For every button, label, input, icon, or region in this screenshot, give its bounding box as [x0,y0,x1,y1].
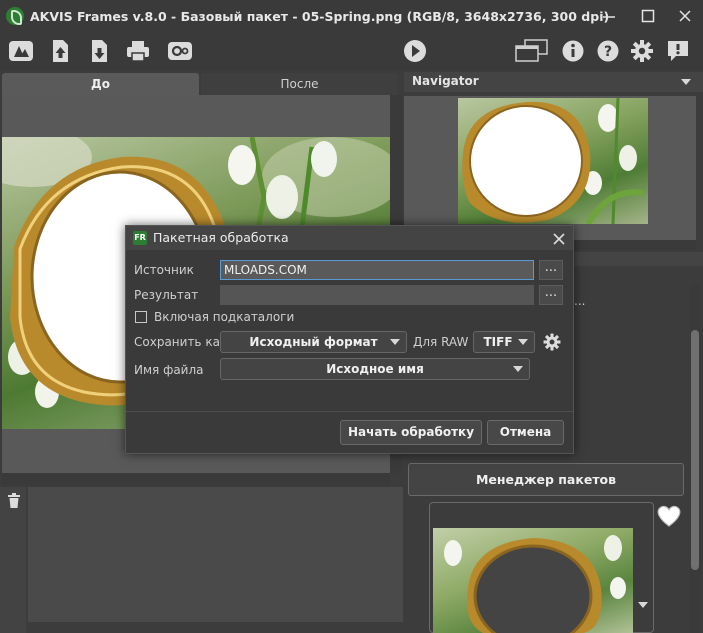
navigator-preview[interactable] [404,96,696,240]
raw-settings-button[interactable] [542,332,562,355]
print-icon[interactable] [125,38,151,64]
tab-after[interactable]: После [201,73,398,95]
save-as-label: Сохранить как [134,335,228,349]
dialog-title: Пакетная обработка [153,230,289,245]
settings-icon[interactable] [629,38,655,64]
raw-format-select[interactable]: TIFF [473,331,535,353]
minimize-icon [603,16,615,18]
save-as-select[interactable]: Исходный формат [220,331,407,353]
chevron-down-icon[interactable] [638,602,648,608]
chevron-down-icon [390,339,400,345]
right-panel-scroll-thumb[interactable] [691,330,699,570]
result-field[interactable] [220,285,534,305]
save-as-value: Исходный формат [249,335,378,349]
tab-before[interactable]: До [2,73,199,95]
maximize-icon [641,9,655,23]
cancel-button[interactable]: Отмена [487,420,564,445]
gear-icon [543,333,561,351]
close-icon [679,10,691,22]
frames-app-icon: FR [133,231,147,245]
window-title: AKVIS Frames v.8.0 - Базовый пакет - 05-… [30,8,610,24]
navigator-title: Navigator [412,74,479,88]
windows-icon[interactable] [514,38,552,64]
dialog-close-button[interactable] [553,229,565,249]
dialog-divider [126,411,573,412]
filename-label: Имя файла [134,363,204,377]
info-icon[interactable] [560,38,586,64]
dialog-header: FR Пакетная обработка [126,226,573,250]
canvas-scrollbar-horizontal[interactable] [2,473,390,485]
batch-processing-dialog: FR Пакетная обработка Источник MLOADS.CO… [125,225,574,454]
presets-bottom-panel [28,487,403,622]
result-label: Результат [134,288,199,302]
save-icon[interactable] [86,38,112,64]
navigator-thumbnail [458,98,648,224]
preset-thumbnail[interactable] [433,528,633,633]
run-icon[interactable] [402,38,428,64]
logo-icon[interactable] [8,38,34,64]
feedback-icon[interactable] [665,38,691,64]
akvis-logo-icon [6,7,24,25]
preset-manager-button[interactable]: Менеджер пакетов [408,463,684,496]
navigator-header: Navigator [404,72,703,92]
view-tabs: До После [2,73,398,95]
include-subfolders-checkbox[interactable] [135,311,147,323]
batch-settings-icon[interactable] [167,38,193,64]
chevron-down-icon [513,366,523,372]
include-subfolders-label: Включая подкаталоги [154,310,295,324]
trash-icon[interactable] [7,493,21,509]
source-field[interactable]: MLOADS.COM [220,260,534,280]
filename-value: Исходное имя [326,362,424,376]
help-icon[interactable]: ? [595,38,621,64]
result-browse-button[interactable]: ... [539,285,563,305]
close-icon [553,233,565,245]
source-browse-button[interactable]: ... [539,260,563,280]
raw-format-value: TIFF [483,335,513,349]
trash-column [0,487,26,633]
filename-select[interactable]: Исходное имя [220,358,530,380]
partial-text: ... [574,294,586,308]
start-processing-button[interactable]: Начать обработку [340,420,482,445]
chevron-down-icon [518,339,528,345]
open-icon[interactable] [47,38,73,64]
chevron-down-icon[interactable] [681,79,691,85]
favorite-heart-icon[interactable] [656,504,682,528]
raw-label: Для RAW [413,335,469,349]
svg-text:?: ? [604,44,612,60]
maximize-button[interactable] [637,6,659,26]
close-button[interactable] [674,6,696,26]
source-label: Источник [134,263,194,277]
minimize-button[interactable] [598,6,620,26]
